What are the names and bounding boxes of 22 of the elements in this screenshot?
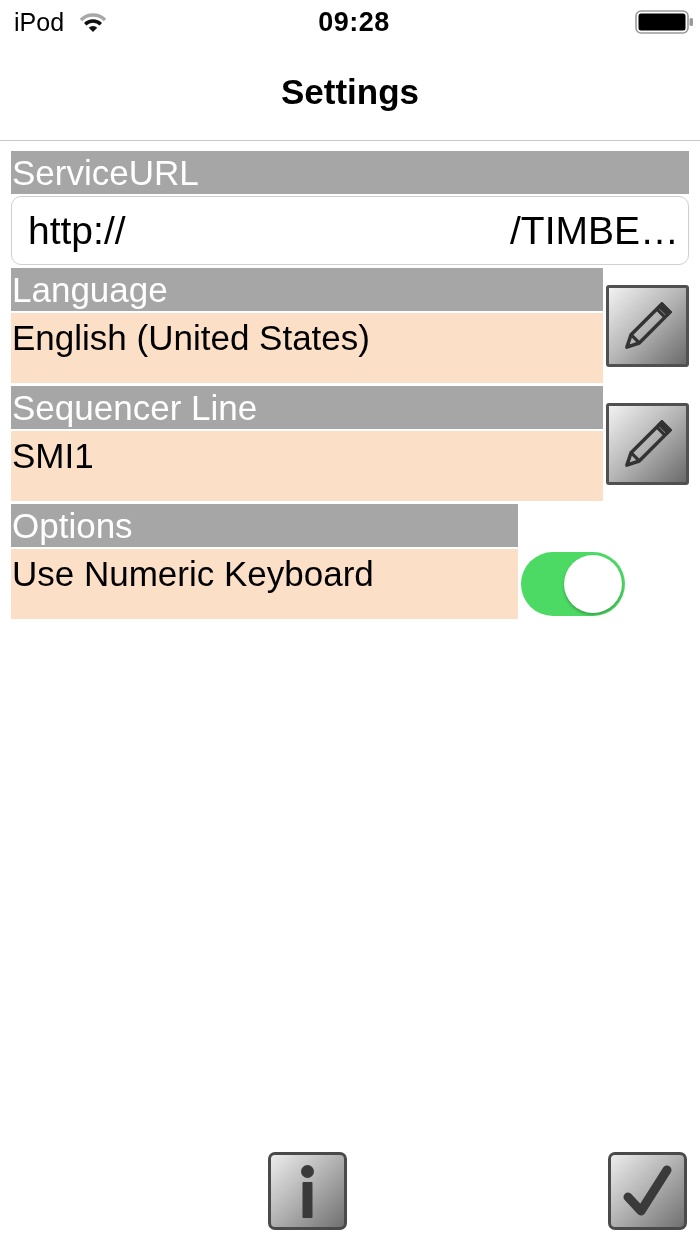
- setting-value: SMI1: [11, 431, 603, 501]
- info-button[interactable]: [268, 1152, 347, 1230]
- setting-value: English (United States): [11, 313, 603, 383]
- section-header: Sequencer Line: [11, 386, 603, 429]
- carrier-label: iPod: [14, 7, 65, 37]
- section-header: Options: [11, 504, 518, 547]
- edit-button[interactable]: [606, 402, 689, 485]
- toggle-switch[interactable]: [521, 552, 625, 616]
- confirm-button[interactable]: [608, 1152, 687, 1230]
- pencil-icon: [623, 419, 672, 468]
- option-label: Use Numeric Keyboard: [11, 549, 518, 619]
- status-time: 09:28: [318, 6, 390, 38]
- checkmark-icon: [623, 1165, 672, 1217]
- wifi-icon: [80, 11, 107, 33]
- url-field[interactable]: http:// /TIMBE…: [11, 196, 689, 265]
- edit-button[interactable]: [606, 284, 689, 367]
- section-header: ServiceURL: [11, 151, 689, 194]
- pencil-icon: [623, 301, 672, 350]
- battery-icon: [635, 10, 694, 34]
- info-icon: [300, 1164, 315, 1218]
- section-header: Language: [11, 268, 603, 311]
- nav-title: Settings: [280, 71, 420, 113]
